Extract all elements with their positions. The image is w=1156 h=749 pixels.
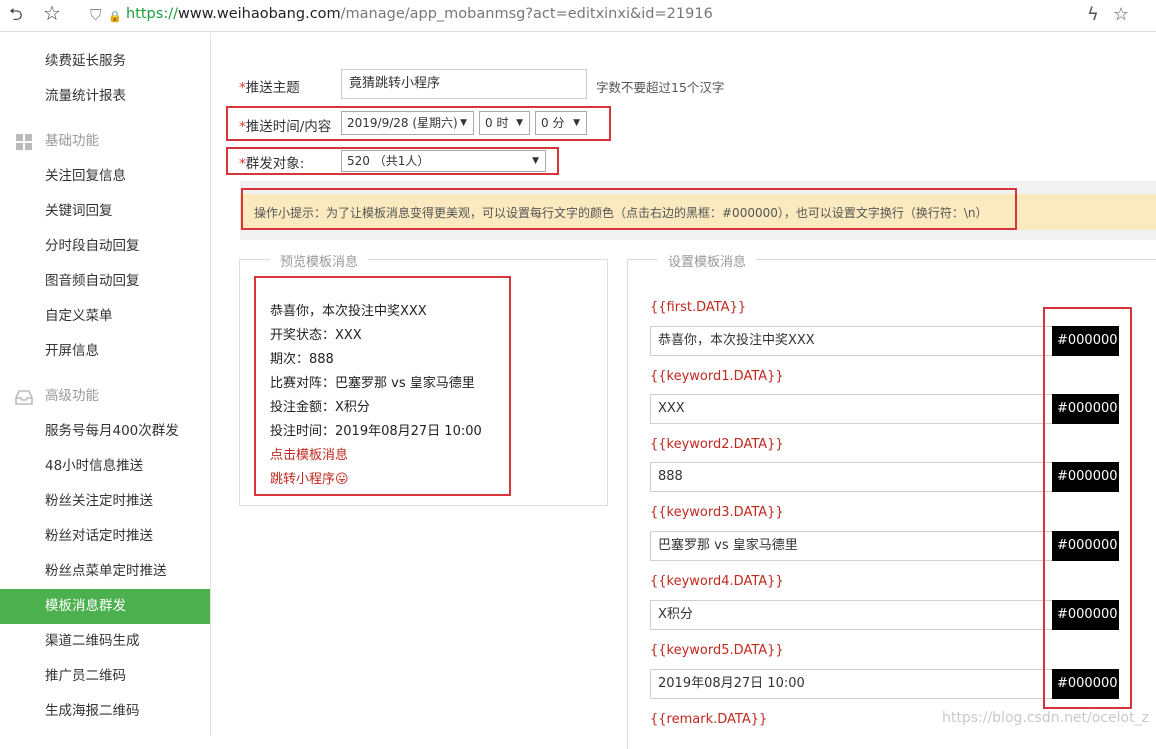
sidebar-item-follow-push[interactable]: 粉丝关注定时推送 [0,484,210,519]
sidebar-item-template-broadcast[interactable]: 模板消息群发 [0,589,210,624]
favorite-star-icon[interactable]: ☆ [1113,5,1129,25]
subject-label: *推送主题 [239,76,300,96]
field-input-first[interactable]: 恭喜你，本次投注中奖XXX [650,326,1054,356]
sidebar-item-poster-qrcode[interactable]: 生成海报二维码 [0,694,210,729]
field-label-keyword1: {{keyword1.DATA}} [650,369,784,384]
sidebar-item-broadcast-400[interactable]: 服务号每月400次群发 [0,414,210,449]
settings-panel-title: 设置模板消息 [658,251,757,270]
field-input-keyword1[interactable]: XXX [650,394,1054,424]
sidebar-item-menu-push[interactable]: 粉丝点菜单定时推送 [0,554,210,589]
browser-address-bar: ⮌ ☆ ⛉ 🔒 https://www.weihaobang.com/manag… [0,0,1156,32]
url-field[interactable]: https://www.weihaobang.com/manage/app_mo… [126,4,713,24]
field-input-keyword4[interactable]: X积分 [650,600,1054,630]
highlight-box-target [226,147,559,175]
sidebar-item-channel-qrcode[interactable]: 渠道二维码生成 [0,624,210,659]
sidebar-group-advanced-label: 高级功能 [45,388,99,404]
sidebar-group-advanced: 高级功能 [0,379,210,414]
sidebar-item-follow-reply[interactable]: 关注回复信息 [0,159,210,194]
field-input-keyword3[interactable]: 巴塞罗那 vs 皇家马德里 [650,531,1054,561]
back-icon[interactable]: ⮌ [9,5,23,25]
shield-icon[interactable]: ⛉ [90,5,101,25]
lock-icon: 🔒 [108,10,122,23]
sidebar-item-splash[interactable]: 开屏信息 [0,334,210,369]
highlight-box-colors [1043,307,1132,709]
preview-panel-title: 预览模板消息 [270,251,369,270]
field-label-keyword3: {{keyword3.DATA}} [650,505,784,520]
subject-label-text: 推送主题 [245,80,300,96]
url-scheme: https:// [126,6,178,22]
sidebar-item-custom-menu[interactable]: 自定义菜单 [0,299,210,334]
grid-icon [16,134,32,150]
sidebar-item-48h-push[interactable]: 48小时信息推送 [0,449,210,484]
field-input-keyword2[interactable]: 888 [650,462,1054,492]
bolt-icon[interactable]: ϟ [1087,5,1099,25]
field-label-keyword4: {{keyword4.DATA}} [650,574,784,589]
sidebar-item-promoter-qrcode[interactable]: 推广员二维码 [0,659,210,694]
subject-hint: 字数不要超过15个汉字 [596,80,725,95]
sidebar-item-traffic-report[interactable]: 流量统计报表 [0,79,210,114]
subject-input[interactable]: 竟猜跳转小程序 [341,69,587,99]
divider [240,230,1156,240]
field-input-keyword5[interactable]: 2019年08月27日 10:00 [650,669,1054,699]
watermark: https://blog.csdn.net/ocelot_z [942,710,1149,726]
sidebar: 续费延长服务 流量统计报表 基础功能 关注回复信息 关键词回复 分时段自动回复 … [0,33,211,736]
sidebar-item-media-reply[interactable]: 图音频自动回复 [0,264,210,299]
bookmark-star-icon[interactable]: ☆ [43,3,61,23]
highlight-box-tip [241,188,1017,230]
sidebar-item-renewal[interactable]: 续费延长服务 [0,44,210,79]
url-path: /manage/app_mobanmsg?act=editxinxi&id=21… [340,6,713,22]
sidebar-item-timed-reply[interactable]: 分时段自动回复 [0,229,210,264]
field-label-keyword2: {{keyword2.DATA}} [650,437,784,452]
field-label-first: {{first.DATA}} [650,300,747,315]
sidebar-item-keyword-reply[interactable]: 关键词回复 [0,194,210,229]
inbox-icon [15,390,33,405]
url-host: www.weihaobang.com [177,6,341,22]
sidebar-group-basic-label: 基础功能 [45,133,99,149]
highlight-box-preview [254,276,511,496]
field-label-remark: {{remark.DATA}} [650,712,768,727]
field-label-keyword5: {{keyword5.DATA}} [650,643,784,658]
highlight-box-time [226,106,611,141]
sidebar-item-chat-push[interactable]: 粉丝对话定时推送 [0,519,210,554]
required-mark: * [239,80,246,96]
sidebar-group-basic: 基础功能 [0,124,210,159]
